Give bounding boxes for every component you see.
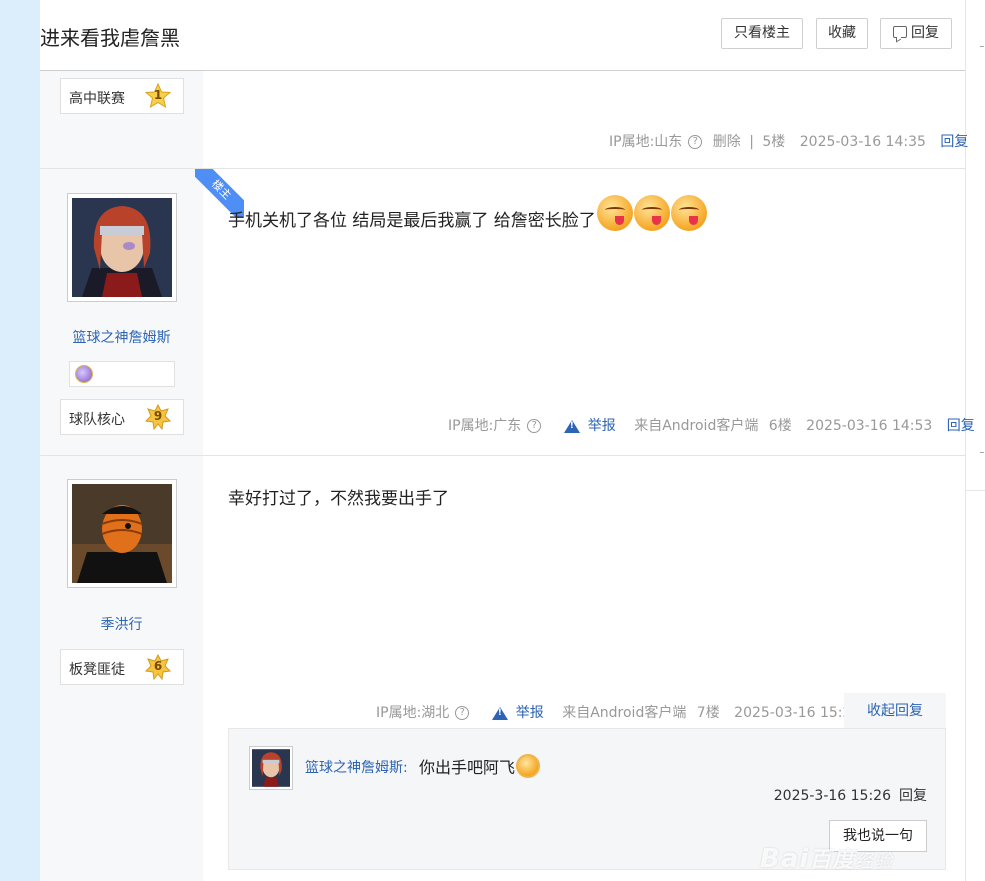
post-text: 手机关机了各位 结局是最后我赢了 给詹密长脸了 bbox=[228, 211, 596, 231]
user-icon-bar bbox=[69, 361, 175, 387]
right-panel-tick bbox=[980, 452, 984, 453]
post-floor-6: 篮球之神詹姆斯 球队核心 9 楼主 手机关机了各位 结局是最后我赢了 给詹密长脸… bbox=[40, 169, 975, 456]
report-label: 举报 bbox=[515, 705, 544, 721]
level-badge-label: 球队核心 bbox=[69, 412, 125, 428]
ip-location: IP属地:广东 bbox=[448, 418, 522, 434]
favorite-button[interactable]: 收藏 bbox=[816, 18, 868, 49]
avatar-image bbox=[72, 198, 172, 297]
client-source: 来自Android客户端 bbox=[556, 705, 686, 721]
level-badge-label: 高中联赛 bbox=[69, 91, 125, 107]
reply-avatar[interactable] bbox=[249, 746, 293, 790]
reply-username[interactable]: 篮球之神詹姆斯: bbox=[305, 757, 408, 777]
star-icon: 6 bbox=[144, 653, 172, 681]
star-icon: 9 bbox=[144, 403, 172, 431]
reply-button[interactable]: 回复 bbox=[880, 18, 952, 49]
post-content: 幸好打过了，不然我要出手了 bbox=[228, 484, 449, 509]
level-badge: 球队核心 9 bbox=[60, 399, 184, 435]
right-panel-divider bbox=[966, 490, 985, 491]
client-source-text: 来自Android客户端 bbox=[634, 418, 759, 434]
star-icon: 1 bbox=[144, 82, 172, 109]
report-label: 举报 bbox=[587, 418, 616, 434]
warning-icon bbox=[491, 706, 508, 720]
reply-avatar-image bbox=[252, 749, 290, 787]
report-link[interactable]: 举报 bbox=[486, 705, 544, 721]
post-time: 2025-03-16 14:53 bbox=[806, 418, 933, 434]
level-badge-label: 板凳匪徒 bbox=[69, 662, 125, 678]
level-number: 9 bbox=[153, 409, 163, 423]
floor-number: 7楼 bbox=[696, 705, 720, 721]
avatar-image bbox=[72, 484, 172, 583]
username[interactable]: 篮球之神詹姆斯 bbox=[40, 327, 203, 347]
reply-link[interactable]: 回复 bbox=[940, 134, 968, 150]
level-badge: 板凳匪徒 6 bbox=[60, 649, 184, 685]
reply-link[interactable]: 回复 bbox=[947, 418, 975, 434]
post-meta: IP属地:广东? 举报 来自Android客户端 6楼 2025-03-16 1… bbox=[448, 415, 975, 435]
thread-title: 进来看我虐詹黑 bbox=[40, 26, 180, 50]
only-op-button[interactable]: 只看楼主 bbox=[721, 18, 803, 49]
floor-number: 6楼 bbox=[768, 418, 792, 434]
tongue-emoji-icon bbox=[596, 195, 633, 231]
level-number: 1 bbox=[153, 88, 163, 102]
post-floor-5: 高中联赛 1 IP属地:山东? 删除 | 5楼 2025-03-16 14:35… bbox=[40, 71, 968, 169]
post-meta: IP属地:湖北? 举报 来自Android客户端 7楼 2025-03-16 1… bbox=[376, 702, 860, 722]
tongue-emoji-icon bbox=[670, 195, 707, 231]
thread-main: 进来看我虐詹黑 只看楼主 收藏 回复 高中联赛 1 IP属地:山东? 删除 | … bbox=[40, 0, 975, 881]
report-link[interactable]: 举报 bbox=[558, 418, 616, 434]
reply-text: 你出手吧阿飞 bbox=[419, 758, 516, 777]
help-icon[interactable]: ? bbox=[688, 135, 703, 149]
comment-icon bbox=[893, 26, 907, 38]
thread-header: 进来看我虐詹黑 只看楼主 收藏 回复 bbox=[40, 0, 965, 71]
reply-link[interactable]: 回复 bbox=[899, 788, 927, 804]
post-time: 2025-03-16 14:35 bbox=[799, 134, 926, 150]
reply-meta: 2025-3-16 15:26 回复 bbox=[774, 785, 927, 805]
left-background-strip bbox=[0, 0, 40, 881]
member-icon[interactable] bbox=[75, 365, 93, 383]
delete-link[interactable]: 删除 bbox=[713, 134, 741, 150]
separator: | bbox=[749, 134, 754, 150]
avatar[interactable] bbox=[67, 193, 177, 302]
reply-button-label: 回复 bbox=[911, 25, 939, 41]
reply-content: 你出手吧阿飞 bbox=[419, 754, 541, 778]
post-text: 幸好打过了，不然我要出手了 bbox=[228, 489, 449, 509]
username[interactable]: 季洪行 bbox=[40, 614, 203, 634]
client-source-text: 来自Android客户端 bbox=[562, 705, 687, 721]
post-content: 手机关机了各位 结局是最后我赢了 给詹密长脸了 bbox=[228, 195, 707, 231]
avatar[interactable] bbox=[67, 479, 177, 588]
help-icon[interactable]: ? bbox=[455, 706, 470, 720]
client-source: 来自Android客户端 bbox=[628, 418, 758, 434]
floor-number: 5楼 bbox=[762, 134, 786, 150]
post-time: 2025-03-16 15:25 bbox=[734, 705, 861, 721]
post-meta: IP属地:山东? 删除 | 5楼 2025-03-16 14:35 回复 bbox=[609, 131, 968, 151]
level-badge: 高中联赛 1 bbox=[60, 78, 184, 114]
collapse-replies-button[interactable]: 收起回复 bbox=[844, 693, 946, 729]
post-author-sidebar: 季洪行 板凳匪徒 6 bbox=[40, 456, 203, 881]
reply-time: 2025-3-16 15:26 bbox=[773, 788, 891, 804]
right-panel-tick bbox=[980, 46, 984, 47]
help-icon[interactable]: ? bbox=[527, 419, 542, 433]
ip-location: IP属地:湖北 bbox=[376, 705, 450, 721]
watermark: Bai百度经验 bbox=[760, 844, 894, 874]
post-author-sidebar: 篮球之神詹姆斯 球队核心 9 bbox=[40, 169, 203, 455]
ip-location: IP属地:山东 bbox=[609, 134, 683, 150]
level-number: 6 bbox=[153, 659, 163, 673]
emoji-icon bbox=[516, 754, 541, 778]
tongue-emoji-icon bbox=[633, 195, 670, 231]
warning-icon bbox=[563, 419, 580, 433]
post-author-sidebar: 高中联赛 1 bbox=[40, 71, 203, 168]
